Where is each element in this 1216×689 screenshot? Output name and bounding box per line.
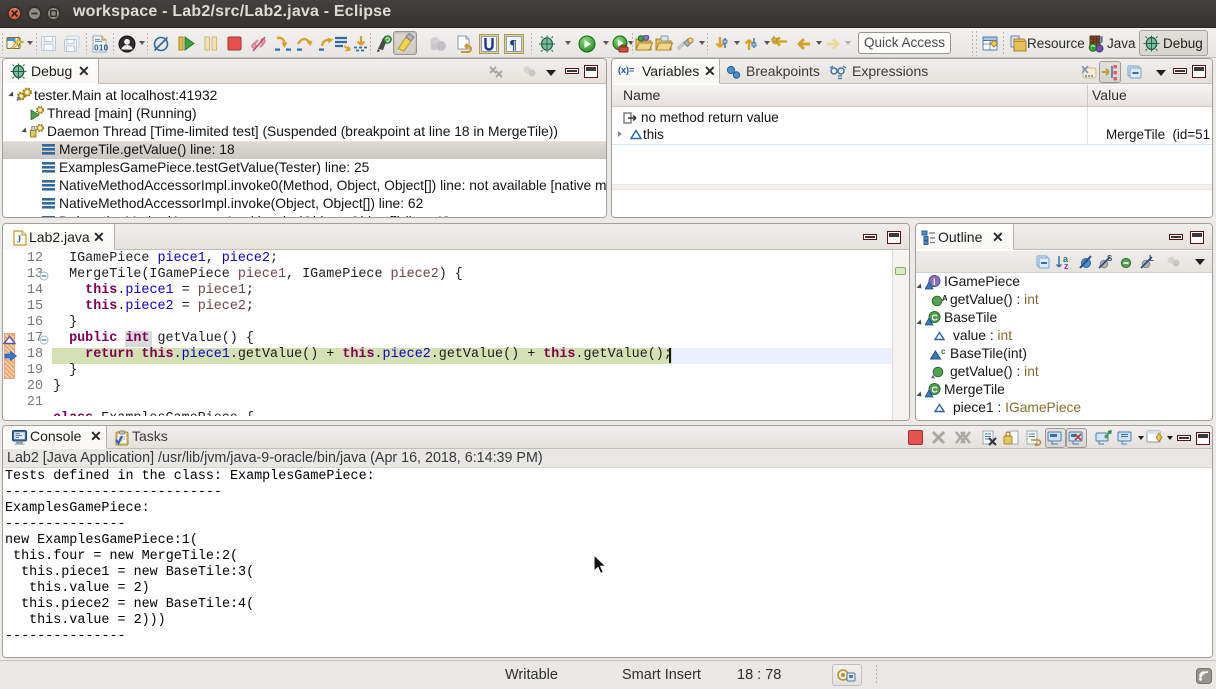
svg-text:C: C xyxy=(932,313,938,323)
svg-text:J: J xyxy=(16,235,21,246)
svg-text:C: C xyxy=(932,385,938,395)
svg-text:c: c xyxy=(941,347,946,356)
svg-text:I: I xyxy=(933,277,936,287)
svg-text:010: 010 xyxy=(94,43,108,53)
svg-text:z: z xyxy=(1064,261,1069,270)
svg-text:J: J xyxy=(1099,35,1104,45)
svg-text:A: A xyxy=(942,294,947,303)
svg-text:¶: ¶ xyxy=(510,37,517,52)
